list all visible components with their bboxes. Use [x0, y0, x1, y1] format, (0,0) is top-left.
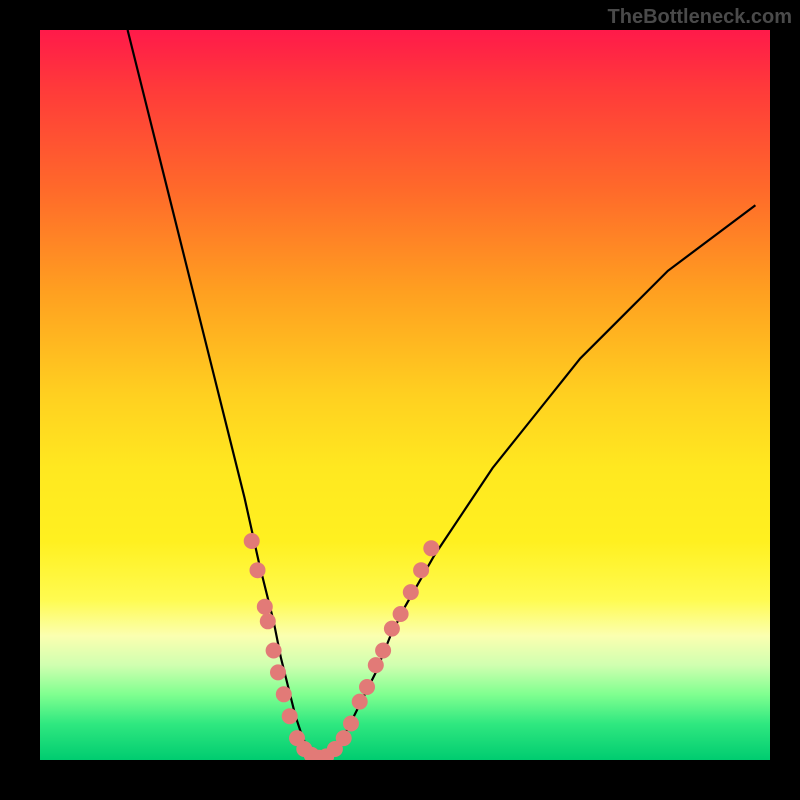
- data-marker: [359, 679, 375, 695]
- data-marker: [423, 540, 439, 556]
- attribution-text: TheBottleneck.com: [608, 6, 792, 29]
- data-marker: [257, 599, 273, 615]
- data-marker: [336, 730, 352, 746]
- data-marker: [266, 643, 282, 659]
- bottleneck-curve: [128, 30, 756, 760]
- data-marker: [260, 613, 276, 629]
- data-marker: [270, 664, 286, 680]
- data-marker: [352, 694, 368, 710]
- data-marker: [343, 716, 359, 732]
- data-marker: [413, 562, 429, 578]
- chart-svg: [40, 30, 770, 760]
- data-marker: [368, 657, 384, 673]
- data-marker: [244, 533, 260, 549]
- data-marker: [384, 621, 400, 637]
- data-marker: [403, 584, 419, 600]
- plot-area: [40, 30, 770, 760]
- data-marker: [393, 606, 409, 622]
- data-marker: [250, 562, 266, 578]
- data-marker: [375, 643, 391, 659]
- chart-frame: TheBottleneck.com: [0, 0, 800, 800]
- data-marker: [276, 686, 292, 702]
- data-marker: [282, 708, 298, 724]
